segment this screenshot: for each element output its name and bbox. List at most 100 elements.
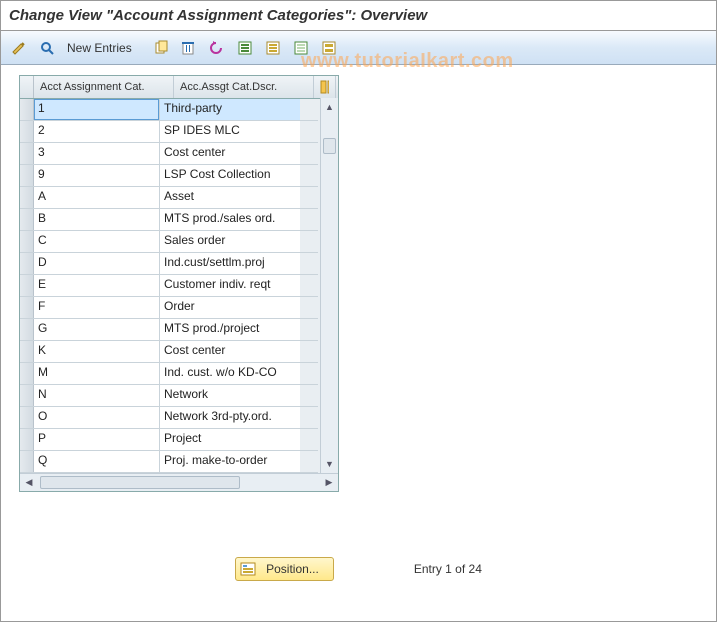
scroll-up-button[interactable]: ▲	[321, 98, 338, 116]
cell-desc[interactable]: Network 3rd-pty.ord.	[160, 407, 300, 428]
table-row[interactable]: ECustomer indiv. reqt	[20, 275, 318, 297]
row-selector[interactable]	[20, 231, 34, 252]
row-header-column[interactable]	[20, 76, 34, 98]
new-entries-label: New Entries	[67, 41, 132, 55]
row-selector[interactable]	[20, 143, 34, 164]
horizontal-scroll-track[interactable]	[38, 474, 320, 491]
cell-desc[interactable]: MTS prod./project	[160, 319, 300, 340]
row-selector[interactable]	[20, 297, 34, 318]
cell-desc[interactable]: Customer indiv. reqt	[160, 275, 300, 296]
scroll-down-button[interactable]: ▼	[321, 455, 338, 473]
table-body: 1Third-party2SP IDES MLC3Cost center9LSP…	[20, 99, 318, 473]
cell-cat[interactable]: O	[34, 407, 160, 428]
table-row[interactable]: MInd. cust. w/o KD-CO	[20, 363, 318, 385]
table-row[interactable]: QProj. make-to-order	[20, 451, 318, 473]
deselect-all-button[interactable]	[289, 37, 313, 59]
cell-desc[interactable]: Order	[160, 297, 300, 318]
column-header-cat[interactable]: Acct Assignment Cat.	[34, 76, 174, 98]
cell-cat[interactable]: C	[34, 231, 160, 252]
row-selector[interactable]	[20, 451, 34, 472]
table-row[interactable]: 3Cost center	[20, 143, 318, 165]
cell-desc[interactable]: Ind. cust. w/o KD-CO	[160, 363, 300, 384]
cell-desc[interactable]: MTS prod./sales ord.	[160, 209, 300, 230]
row-selector[interactable]	[20, 341, 34, 362]
cell-desc[interactable]: Project	[160, 429, 300, 450]
cell-desc[interactable]: LSP Cost Collection	[160, 165, 300, 186]
cell-desc[interactable]: Proj. make-to-order	[160, 451, 300, 472]
cell-cat[interactable]: G	[34, 319, 160, 340]
cell-cat[interactable]: F	[34, 297, 160, 318]
cell-desc[interactable]: Ind.cust/settlm.proj	[160, 253, 300, 274]
horizontal-scrollbar[interactable]: ◀ ▶	[20, 473, 338, 491]
cell-cat[interactable]: E	[34, 275, 160, 296]
row-selector[interactable]	[20, 209, 34, 230]
table-row[interactable]: 1Third-party	[20, 99, 318, 121]
display-change-toggle-button[interactable]	[7, 37, 31, 59]
table-row[interactable]: GMTS prod./project	[20, 319, 318, 341]
cell-cat[interactable]: Q	[34, 451, 160, 472]
scroll-right-button[interactable]: ▶	[320, 474, 338, 491]
print-button[interactable]	[317, 37, 341, 59]
cell-cat[interactable]: 3	[34, 143, 160, 164]
cell-desc[interactable]: Cost center	[160, 143, 300, 164]
cell-desc[interactable]: Third-party	[160, 99, 300, 120]
delete-button[interactable]	[177, 37, 201, 59]
cell-cat[interactable]: 9	[34, 165, 160, 186]
row-selector[interactable]	[20, 363, 34, 384]
vertical-scrollbar[interactable]: ▲ ▼	[320, 98, 338, 473]
cell-desc[interactable]: Cost center	[160, 341, 300, 362]
row-selector[interactable]	[20, 429, 34, 450]
table-row[interactable]: ONetwork 3rd-pty.ord.	[20, 407, 318, 429]
table-row[interactable]: 2SP IDES MLC	[20, 121, 318, 143]
cell-desc[interactable]: Network	[160, 385, 300, 406]
table-row[interactable]: DInd.cust/settlm.proj	[20, 253, 318, 275]
cell-cat[interactable]: K	[34, 341, 160, 362]
table-row[interactable]: BMTS prod./sales ord.	[20, 209, 318, 231]
cell-desc[interactable]: SP IDES MLC	[160, 121, 300, 142]
table-row[interactable]: NNetwork	[20, 385, 318, 407]
vertical-scroll-thumb[interactable]	[323, 138, 336, 154]
cell-cat[interactable]: 2	[34, 121, 160, 142]
row-selector[interactable]	[20, 187, 34, 208]
select-all-button[interactable]	[233, 37, 257, 59]
table-row[interactable]: KCost center	[20, 341, 318, 363]
horizontal-scroll-thumb[interactable]	[40, 476, 240, 489]
copy-as-button[interactable]	[149, 37, 173, 59]
cell-desc[interactable]: Asset	[160, 187, 300, 208]
cell-cat[interactable]: D	[34, 253, 160, 274]
table-body-viewport: 1Third-party2SP IDES MLC3Cost center9LSP…	[20, 99, 338, 473]
row-selector[interactable]	[20, 99, 34, 120]
column-config-button[interactable]	[314, 76, 336, 98]
row-selector[interactable]	[20, 253, 34, 274]
table-row[interactable]: 9LSP Cost Collection	[20, 165, 318, 187]
row-selector[interactable]	[20, 275, 34, 296]
cell-cat[interactable]: 1	[34, 99, 160, 120]
application-toolbar: New Entries	[1, 31, 716, 65]
cell-cat[interactable]: B	[34, 209, 160, 230]
cell-cat[interactable]: P	[34, 429, 160, 450]
vertical-scroll-track[interactable]	[321, 116, 338, 455]
table-row[interactable]: CSales order	[20, 231, 318, 253]
cell-desc[interactable]: Sales order	[160, 231, 300, 252]
position-icon	[240, 562, 256, 576]
undo-button[interactable]	[205, 37, 229, 59]
row-selector[interactable]	[20, 165, 34, 186]
cell-cat[interactable]: N	[34, 385, 160, 406]
row-selector[interactable]	[20, 385, 34, 406]
table-row[interactable]: PProject	[20, 429, 318, 451]
row-selector[interactable]	[20, 121, 34, 142]
scroll-left-button[interactable]: ◀	[20, 474, 38, 491]
row-selector[interactable]	[20, 407, 34, 428]
position-button[interactable]: Position...	[235, 557, 334, 581]
cell-cat[interactable]: A	[34, 187, 160, 208]
details-button[interactable]	[35, 37, 59, 59]
new-entries-button[interactable]: New Entries	[63, 37, 141, 59]
select-block-button[interactable]	[261, 37, 285, 59]
column-header-desc[interactable]: Acc.Assgt Cat.Dscr.	[174, 76, 314, 98]
cell-cat[interactable]: M	[34, 363, 160, 384]
table-row[interactable]: AAsset	[20, 187, 318, 209]
title-bar: Change View "Account Assignment Categori…	[1, 1, 716, 31]
account-assignment-table: Acct Assignment Cat. Acc.Assgt Cat.Dscr.…	[19, 75, 339, 492]
table-row[interactable]: FOrder	[20, 297, 318, 319]
row-selector[interactable]	[20, 319, 34, 340]
